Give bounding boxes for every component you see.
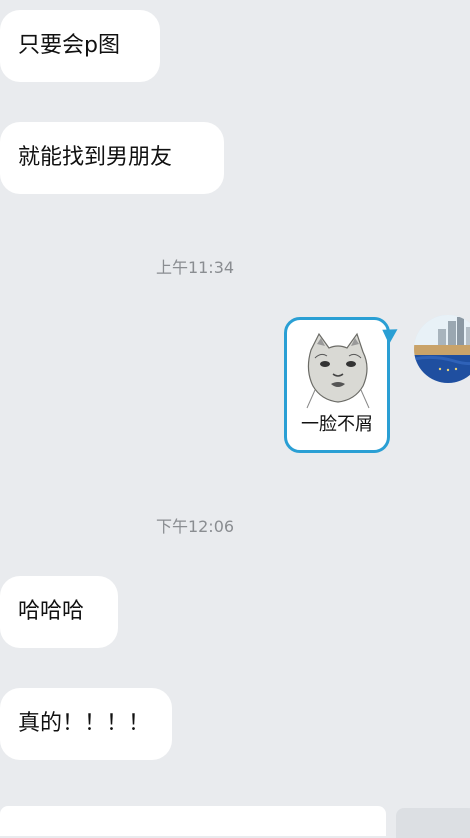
incoming-message[interactable]: 哈哈哈 [0, 576, 118, 648]
send-button[interactable] [396, 808, 470, 838]
message-input[interactable] [0, 806, 386, 836]
message-text: 哈哈哈 [18, 599, 85, 624]
message-timestamp: 下午12:06 [155, 517, 235, 536]
message-text: 真的！！！！ [18, 711, 151, 736]
avatar-icon [414, 315, 470, 383]
incoming-message[interactable]: 只要会p图 [0, 10, 160, 82]
cat-sticker-icon [297, 330, 379, 410]
chat-view: 只要会p图 就能找到男朋友 上午11:34 一脸不屑 下午12:06 哈哈哈 真… [0, 0, 470, 838]
message-text: 只要会p图 [18, 33, 120, 58]
message-timestamp: 上午11:34 [155, 258, 235, 277]
incoming-message[interactable]: 真的！！！！ [0, 688, 172, 760]
bubble-tail [382, 323, 402, 345]
message-text: 就能找到男朋友 [18, 145, 173, 170]
user-avatar[interactable] [414, 315, 470, 383]
sticker-caption: 一脸不屑 [301, 414, 373, 435]
outgoing-sticker-message[interactable]: 一脸不屑 [284, 317, 402, 453]
incoming-message[interactable]: 就能找到男朋友 [0, 122, 224, 194]
